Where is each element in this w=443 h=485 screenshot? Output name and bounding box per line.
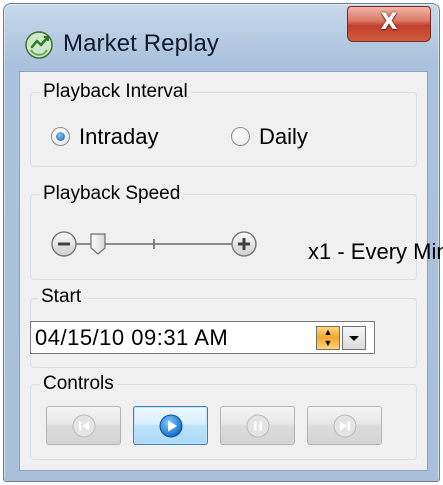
radio-daily-indicator xyxy=(231,127,250,146)
datetime-spinner[interactable]: ▲ ▼ xyxy=(316,326,340,350)
client-area: Playback Interval Intraday Daily Playbac… xyxy=(19,71,443,471)
radio-intraday-label: Intraday xyxy=(79,124,159,149)
playback-speed-legend: Playback Speed xyxy=(40,183,184,205)
skip-forward-button[interactable] xyxy=(307,406,382,445)
skip-back-icon xyxy=(72,414,95,437)
radio-daily-label: Daily xyxy=(259,124,308,149)
controls-legend: Controls xyxy=(40,373,117,395)
market-replay-window: Market Replay X Playback Interval Intrad… xyxy=(3,3,443,482)
window-bottom-border xyxy=(4,479,439,481)
pause-button[interactable] xyxy=(220,406,295,445)
spin-down-icon[interactable]: ▼ xyxy=(317,338,339,349)
close-button[interactable]: X xyxy=(347,6,431,42)
radio-daily[interactable]: Daily xyxy=(231,124,341,151)
skip-back-button[interactable] xyxy=(46,406,121,445)
playback-interval-legend: Playback Interval xyxy=(40,81,191,103)
close-icon: X xyxy=(380,10,398,35)
play-button[interactable] xyxy=(133,406,208,445)
speed-value-label: x1 - Every Min xyxy=(308,239,443,264)
spin-up-icon[interactable]: ▲ xyxy=(317,327,339,338)
playback-speed-group: Playback Speed x1 - Every Min xyxy=(30,183,443,280)
zoom-in-icon[interactable] xyxy=(231,231,257,257)
speed-slider[interactable] xyxy=(49,224,299,264)
radio-intraday[interactable]: Intraday xyxy=(51,124,191,151)
playback-interval-group: Playback Interval Intraday Daily xyxy=(30,81,417,167)
chevron-down-icon xyxy=(349,336,359,341)
start-legend: Start xyxy=(38,286,85,308)
play-icon xyxy=(159,414,182,437)
start-group: Start 04/15/10 09:31 AM ▲ ▼ xyxy=(30,286,417,368)
start-datetime-value: 04/15/10 09:31 AM xyxy=(35,325,229,350)
radio-selected-dot xyxy=(56,132,65,141)
radio-intraday-indicator xyxy=(51,127,70,146)
zoom-out-icon[interactable] xyxy=(51,231,77,257)
title-bar[interactable]: Market Replay X xyxy=(4,4,439,66)
market-replay-app-icon xyxy=(25,31,53,59)
slider-thumb[interactable] xyxy=(90,233,106,255)
window-title: Market Replay xyxy=(63,30,220,57)
datetime-dropdown-button[interactable] xyxy=(342,326,366,350)
pause-icon xyxy=(246,414,269,437)
skip-forward-icon xyxy=(333,414,356,437)
controls-group: Controls xyxy=(30,373,417,460)
start-datetime-input[interactable]: 04/15/10 09:31 AM ▲ ▼ xyxy=(30,321,375,354)
